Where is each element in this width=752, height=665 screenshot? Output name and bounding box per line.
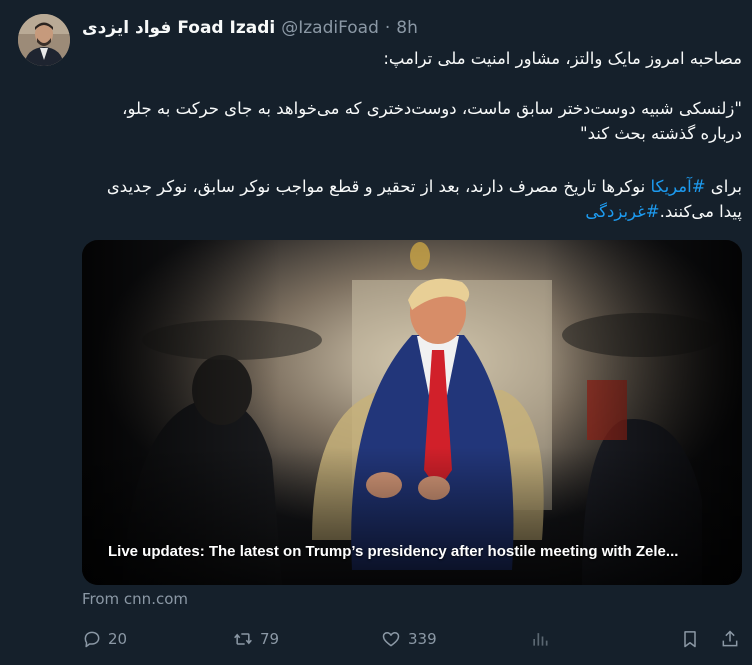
- author-name[interactable]: فواد ایزدی: [82, 18, 171, 38]
- author-name-latin[interactable]: Foad Izadi: [177, 18, 275, 38]
- avatar[interactable]: [18, 14, 70, 66]
- share-button[interactable]: [720, 624, 740, 654]
- tweet-text-paragraph3: برای #آمریکا نوکرها تاریخ مصرف دارند، بع…: [82, 174, 742, 224]
- like-count: 339: [408, 630, 437, 648]
- repost-button[interactable]: 79: [232, 624, 279, 654]
- repost-icon: [234, 633, 252, 645]
- repost-count: 79: [260, 630, 280, 648]
- hashtag-america[interactable]: #آمریکا: [650, 177, 705, 196]
- card-image: [82, 240, 742, 585]
- views-button[interactable]: [530, 624, 550, 654]
- tweet-header: فواد ایزدی Foad Izadi @IzadiFoad · 8h: [82, 16, 418, 40]
- separator-dot: ·: [384, 18, 391, 38]
- share-icon: [722, 630, 738, 647]
- avatar-image: [18, 14, 70, 66]
- card-source[interactable]: From cnn.com: [82, 590, 188, 608]
- tweet-text-span: برای: [705, 177, 742, 196]
- card-headline[interactable]: Live updates: The latest on Trump’s pres…: [108, 543, 678, 560]
- tweet-timestamp[interactable]: 8h: [396, 18, 418, 38]
- reply-button[interactable]: 20: [82, 624, 127, 654]
- reply-icon: [84, 631, 100, 648]
- tweet-text-quote: "زلنسکی شبیه دوست‌دختر سابق ماست، دوست‌د…: [122, 99, 742, 143]
- like-button[interactable]: 339: [380, 624, 437, 654]
- author-handle[interactable]: @IzadiFoad: [281, 18, 379, 38]
- heart-icon: [382, 632, 400, 647]
- action-bar: 20 79 339: [82, 624, 742, 654]
- link-card[interactable]: Live updates: The latest on Trump’s pres…: [82, 240, 742, 585]
- reply-count: 20: [108, 630, 128, 648]
- bookmark-button[interactable]: [680, 624, 700, 654]
- hashtag-gharbzadegi[interactable]: #غربزدگی: [585, 202, 659, 221]
- bookmark-icon: [684, 631, 696, 648]
- views-icon: [533, 633, 548, 646]
- tweet-text-line1: مصاحبه امروز مایک والتز، مشاور امنیت ملی…: [383, 49, 742, 68]
